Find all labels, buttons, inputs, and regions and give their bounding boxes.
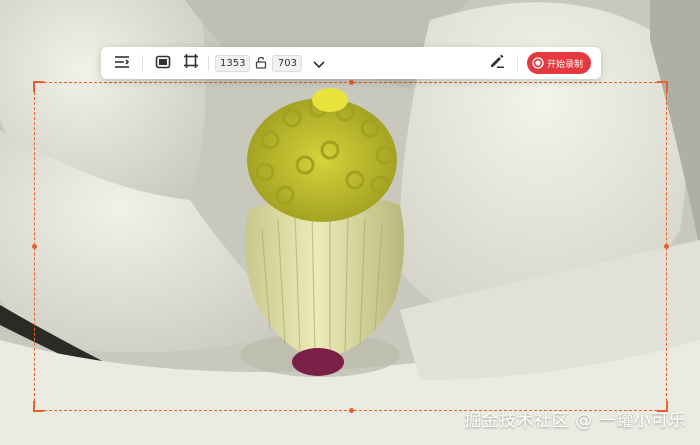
corner-handle-top-left[interactable] [33,81,44,92]
size-dropdown-button[interactable] [308,52,330,74]
capture-toolbar: 1353 703 开始录制 [101,47,601,79]
lock-icon [255,54,267,73]
fullscreen-capture-button[interactable] [152,52,174,74]
chevron-down-icon [313,54,326,73]
crop-region-icon [183,53,199,73]
width-input[interactable]: 1353 [215,54,251,72]
start-recording-button[interactable]: 开始录制 [526,52,591,74]
toolbar-divider [516,55,518,71]
annotate-button[interactable] [486,52,508,74]
record-icon [532,57,544,69]
edge-handle-right[interactable] [664,244,669,249]
edge-handle-bottom[interactable] [349,408,354,413]
toolbar-divider [142,55,143,71]
start-recording-label: 开始录制 [546,59,583,70]
aspect-lock-button[interactable] [252,54,270,72]
edge-handle-left[interactable] [32,244,37,249]
pen-icon [489,53,505,73]
corner-handle-bottom-left[interactable] [33,401,44,412]
region-capture-button[interactable] [180,52,202,74]
align-right-button[interactable] [111,52,133,74]
height-input[interactable]: 703 [272,54,303,72]
capture-selection-area[interactable] [32,80,669,413]
watermark-text: 掘金技术社区 @ 一罐小可乐 [464,411,686,431]
edge-handle-top[interactable] [349,80,354,85]
toolbar-divider [208,55,209,71]
screen-icon [155,54,171,73]
corner-handle-top-right[interactable] [657,81,668,92]
align-right-icon [114,54,130,73]
